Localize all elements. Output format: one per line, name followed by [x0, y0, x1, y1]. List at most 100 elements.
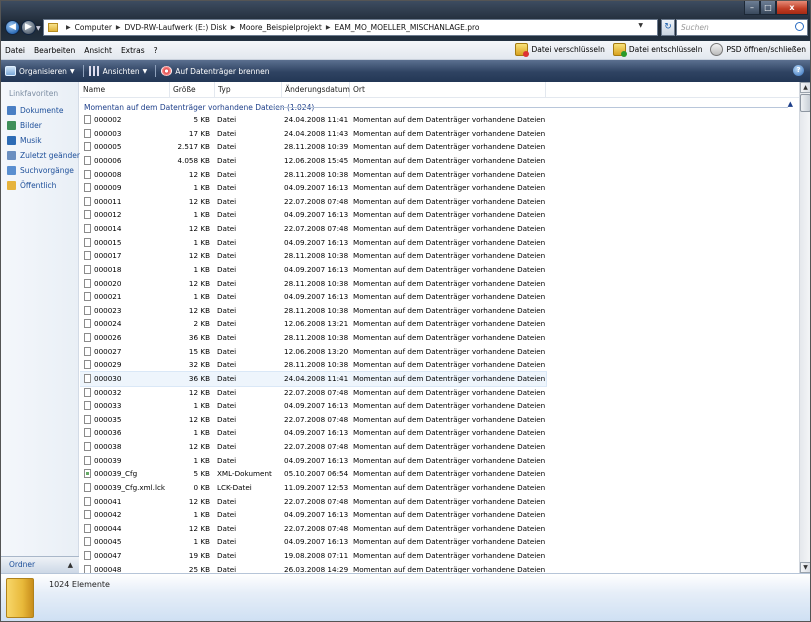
recent-pages-dropdown-icon[interactable]: ▼ [36, 25, 41, 32]
decrypt-file-button[interactable]: Datei entschlüsseln [612, 43, 702, 57]
table-row[interactable]: 000009 1 KB Datei 04.09.2007 16:13 Momentan … [80, 181, 546, 195]
column-header-type[interactable]: Typ [215, 82, 282, 98]
table-row[interactable]: 000036 1 KB Datei 04.09.2007 16:13 Momentan … [80, 426, 546, 440]
column-header-date[interactable]: Änderungsdatum [282, 82, 350, 98]
scroll-thumb[interactable] [800, 94, 810, 112]
maximize-button[interactable]: □ [760, 1, 776, 15]
table-row[interactable]: 000039 1 KB Datei 04.09.2007 16:13 Momentan … [80, 454, 546, 468]
table-row[interactable]: 000044 12 KB Datei 22.07.2008 07:48 Momentan… [80, 522, 546, 536]
table-row[interactable]: 000011 12 KB Datei 22.07.2008 07:48 Momentan… [80, 195, 546, 209]
table-row[interactable]: 000039_Cfg.xml.lck 0 KB LCK-Datei 11.09.200… [80, 481, 546, 495]
chevron-right-icon[interactable]: ▶ [116, 24, 121, 31]
refresh-button[interactable]: ↻ [661, 19, 675, 36]
breadcrumb-drive[interactable]: DVD-RW-Laufwerk (E:) Disk [125, 23, 227, 32]
chevron-right-icon[interactable]: ▶ [66, 24, 71, 31]
folders-toggle[interactable]: Ordner ▲ [1, 556, 79, 573]
file-location: Momentan auf dem Datenträger vorhandene … [353, 469, 546, 479]
file-size: 12 KB [188, 442, 210, 451]
breadcrumb-project[interactable]: Moore_Beispielprojekt [239, 23, 321, 32]
address-bar[interactable]: ▶ Computer ▶ DVD-RW-Laufwerk (E:) Disk ▶… [43, 19, 658, 36]
table-row[interactable]: 000021 1 KB Datei 04.09.2007 16:13 Momentan … [80, 290, 546, 304]
vertical-scrollbar[interactable]: ▲ ▼ [799, 82, 810, 573]
nav-link-zuletzt-geaendert[interactable]: Zuletzt geändert [7, 151, 83, 160]
table-row[interactable]: 000002 5 KB Datei 24.04.2008 11:41 Momentan … [80, 113, 546, 127]
nav-link-musik[interactable]: Musik [7, 136, 42, 145]
table-row[interactable]: 000032 12 KB Datei 22.07.2008 07:48 Momentan… [80, 386, 546, 400]
minimize-button[interactable]: – [744, 1, 760, 15]
menu-help[interactable]: ? [154, 46, 158, 55]
collapse-group-icon[interactable]: ▲ [788, 100, 793, 108]
file-icon [84, 251, 91, 261]
table-row[interactable]: 000006 4.058 KB Datei 12.06.2008 15:45 Momen… [80, 154, 546, 168]
psd-toggle-button[interactable]: PSD öffnen/schließen [710, 43, 806, 56]
nav-link-oeffentlich[interactable]: Öffentlich [7, 181, 56, 190]
table-row[interactable]: 000014 12 KB Datei 22.07.2008 07:48 Momentan… [80, 222, 546, 236]
forward-button[interactable]: ▶ [21, 20, 36, 35]
file-type: LCK-Datei [217, 482, 252, 492]
help-icon[interactable]: ? [793, 65, 804, 76]
file-size: 15 KB [188, 346, 210, 356]
column-header-name[interactable]: Name [80, 82, 170, 98]
table-row[interactable]: 000041 12 KB Datei 22.07.2008 07:48 Momentan… [80, 495, 546, 509]
file-location: Momentan auf dem Datenträger vorhandene … [353, 278, 546, 288]
close-button[interactable]: x [776, 1, 808, 15]
menu-datei[interactable]: Datei [5, 46, 25, 55]
file-size: 2 KB [193, 319, 210, 329]
burn-to-disc-button[interactable]: Auf Datenträger brennen [161, 66, 269, 76]
table-row[interactable]: 000008 12 KB Datei 28.11.2008 10:38 Momentan… [80, 168, 546, 182]
search-input[interactable]: Suchen [676, 19, 808, 36]
table-row[interactable]: 000027 15 KB Datei 12.06.2008 13:20 Momentan… [80, 345, 546, 359]
folder-icon [6, 578, 34, 618]
table-row[interactable]: 000015 1 KB Datei 04.09.2007 16:13 Momentan … [80, 236, 546, 250]
group-divider [270, 107, 788, 108]
table-row[interactable]: 000024 2 KB Datei 12.06.2008 13:21 Momentan … [80, 317, 546, 331]
table-row[interactable]: 000012 1 KB Datei 04.09.2007 16:13 Momentan … [80, 208, 546, 222]
search-icon[interactable] [795, 22, 804, 31]
file-type: Datei [217, 115, 237, 124]
scroll-up-button[interactable]: ▲ [800, 82, 810, 93]
encrypt-file-button[interactable]: Datei verschlüsseln [515, 43, 605, 57]
breadcrumb-current-folder[interactable]: EAM_MO_MOELLER_MISCHANLAGE.pro [334, 23, 479, 32]
table-row[interactable]: 000047 19 KB Datei 19.08.2008 07:11 Momentan… [80, 549, 546, 563]
file-icon [84, 210, 91, 220]
breadcrumb-computer[interactable]: Computer [75, 23, 112, 32]
table-row[interactable]: 000038 12 KB Datei 22.07.2008 07:48 Momentan… [80, 440, 546, 454]
scroll-down-button[interactable]: ▼ [800, 562, 810, 573]
file-size: 5 KB [193, 115, 210, 124]
column-header-location[interactable]: Ort [350, 82, 546, 98]
table-row[interactable]: 000035 12 KB Datei 22.07.2008 07:48 Momentan… [80, 413, 546, 427]
file-type: Datei [217, 183, 237, 193]
table-row[interactable]: 000048 25 KB Datei 26.03.2008 14:29 Momentan… [80, 563, 546, 573]
table-row[interactable]: 000026 36 KB Datei 28.11.2008 10:38 Momentan… [80, 331, 546, 345]
table-row[interactable]: 000017 12 KB Datei 28.11.2008 10:38 Momentan… [80, 249, 546, 263]
file-list: Name Größe Typ Änderungsdatum Ort Moment… [80, 82, 799, 573]
table-row[interactable]: 000005 2.517 KB Datei 28.11.2008 10:39 Momen… [80, 140, 546, 154]
views-button[interactable]: Ansichten ▼ [88, 66, 147, 76]
nav-link-bilder[interactable]: Bilder [7, 121, 42, 130]
table-row[interactable]: 000045 1 KB Datei 04.09.2007 16:13 Momentan … [80, 535, 546, 549]
menu-extras[interactable]: Extras [121, 46, 145, 55]
table-row[interactable]: 000039_Cfg 5 KB XML-Dokument 05.10.2007 06:… [80, 467, 546, 481]
table-row[interactable]: 000003 17 KB Datei 24.04.2008 11:43 Momentan… [80, 127, 546, 141]
table-row[interactable]: 000020 12 KB Datei 28.11.2008 10:38 Momentan… [80, 277, 546, 291]
table-row[interactable]: 000023 12 KB Datei 28.11.2008 10:38 Momentan… [80, 304, 546, 318]
menu-bearbeiten[interactable]: Bearbeiten [34, 46, 75, 55]
back-button[interactable]: ◀ [5, 20, 20, 35]
nav-link-suchvorgaenge[interactable]: Suchvorgänge [7, 166, 74, 175]
public-folder-icon [7, 181, 16, 190]
address-dropdown-icon[interactable]: ▼ [638, 22, 643, 29]
column-headers: Name Größe Typ Änderungsdatum Ort [80, 82, 799, 98]
chevron-right-icon[interactable]: ▶ [231, 24, 236, 31]
chevron-right-icon[interactable]: ▶ [326, 24, 331, 31]
file-size: 36 KB [188, 333, 210, 342]
menu-ansicht[interactable]: Ansicht [84, 46, 112, 55]
file-name: 000017 [94, 251, 122, 261]
table-row[interactable]: 000033 1 KB Datei 04.09.2007 16:13 Momentan … [80, 399, 546, 413]
table-row[interactable]: 000018 1 KB Datei 04.09.2007 16:13 Momentan … [80, 263, 546, 277]
nav-link-dokumente[interactable]: Dokumente [7, 106, 63, 115]
table-row[interactable]: 000030 36 KB Datei 24.04.2008 11:41 Momentan… [80, 370, 547, 387]
table-row[interactable]: 000042 1 KB Datei 04.09.2007 16:13 Momentan … [80, 508, 546, 522]
column-header-size[interactable]: Größe [170, 82, 215, 98]
organize-button[interactable]: Organisieren ▼ [5, 66, 75, 76]
table-row[interactable]: 000029 32 KB Datei 28.11.2008 10:38 Momentan… [80, 358, 546, 372]
